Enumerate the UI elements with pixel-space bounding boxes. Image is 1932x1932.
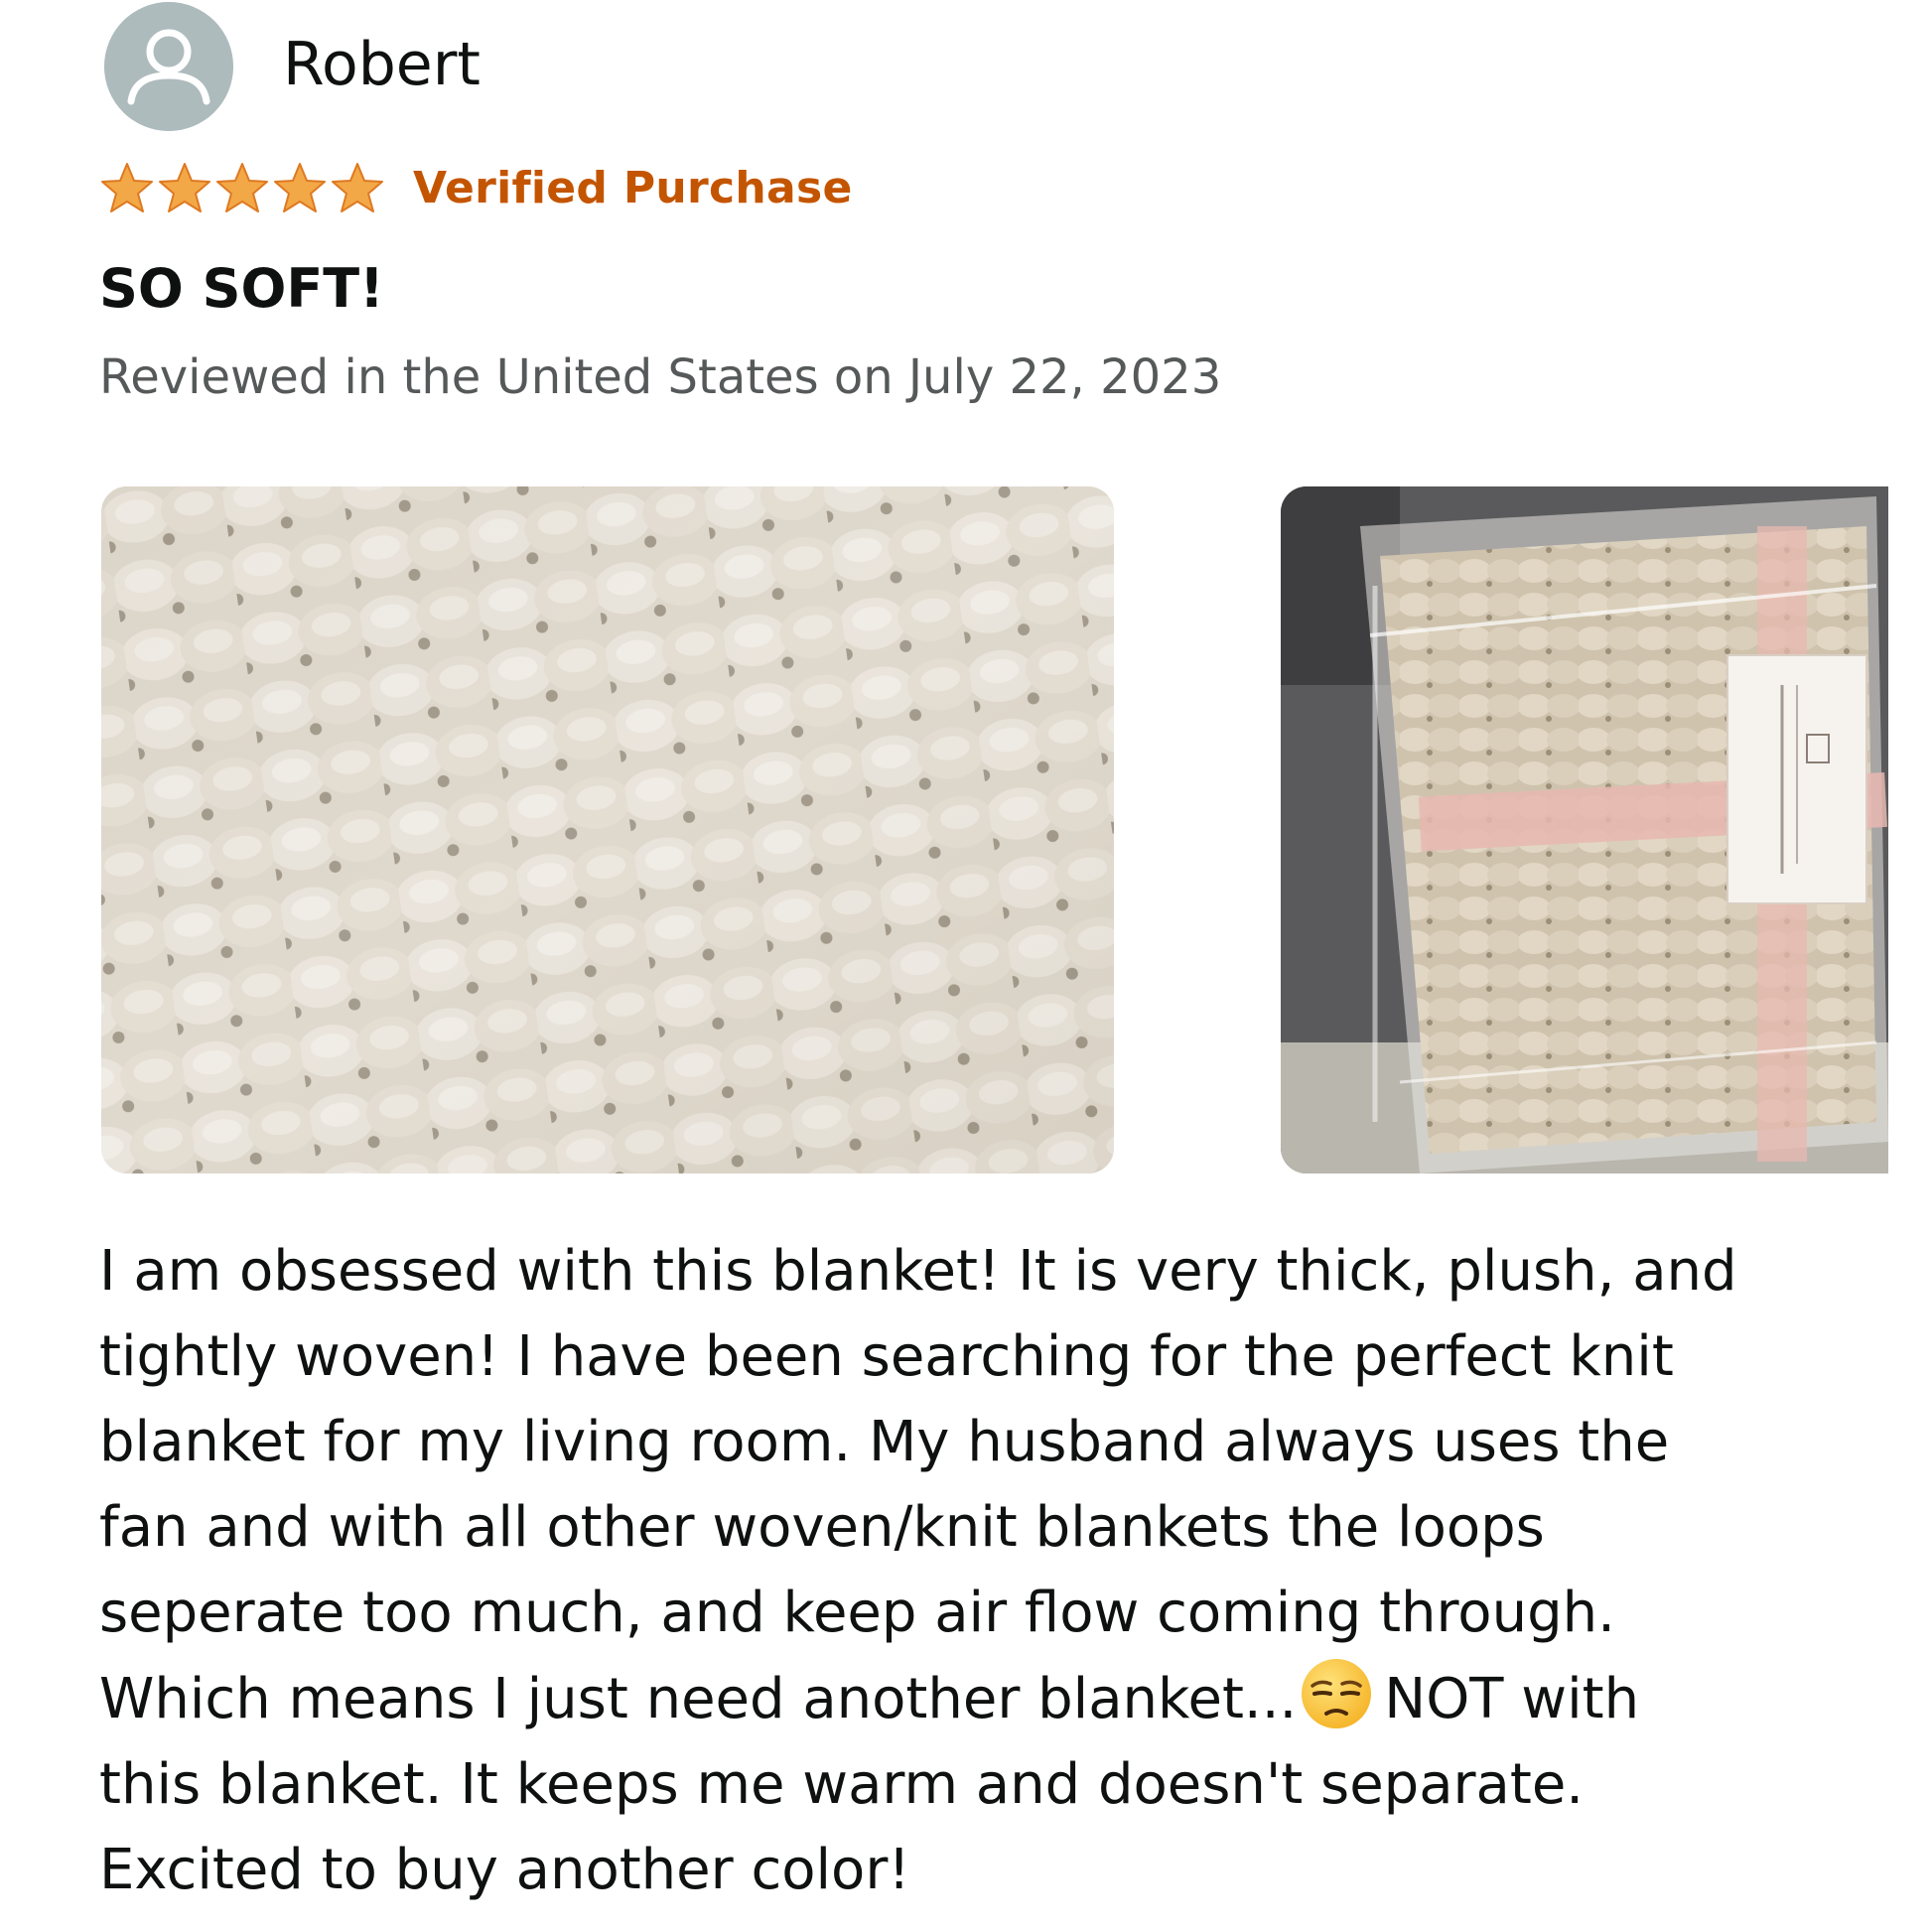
user-silhouette-icon <box>104 2 233 131</box>
review-card: Robert Verified Purchase SO SOFT! Review… <box>0 0 1932 1932</box>
reviewer-name[interactable]: Robert <box>283 30 481 99</box>
review-body-line: I am obsessed with this blanket! It is v… <box>99 1239 1737 1304</box>
review-body-line: this blanket. It keeps me warm and doesn… <box>99 1752 1585 1817</box>
star-icon <box>332 163 383 212</box>
unamused-face-emoji-icon <box>1302 1659 1372 1728</box>
review-body-text: Which means I just need another blanket.… <box>99 1667 1298 1731</box>
review-body-line: Excited to buy another color! <box>99 1838 910 1902</box>
rating-row: Verified Purchase <box>99 159 853 218</box>
review-body-line-with-emoji: Which means I just need another blanket.… <box>99 1656 1886 1742</box>
verified-purchase-badge: Verified Purchase <box>413 163 853 213</box>
reviewer-avatar[interactable] <box>104 2 233 131</box>
star-icon <box>101 163 153 212</box>
star-icon <box>216 163 268 212</box>
star-icon <box>159 163 210 212</box>
review-body-text: NOT with <box>1384 1667 1640 1731</box>
review-body-line: seperate too much, and keep air flow com… <box>99 1581 1615 1645</box>
knit-closeup-image <box>101 486 1114 1173</box>
packaged-blanket-image <box>1281 486 1888 1173</box>
star-icon <box>274 163 326 212</box>
review-photo-knit-closeup[interactable] <box>101 486 1114 1173</box>
review-title: SO SOFT! <box>99 257 384 320</box>
review-body: I am obsessed with this blanket! It is v… <box>99 1229 1886 1913</box>
review-photo-packaged-blanket[interactable] <box>1281 486 1888 1173</box>
review-body-line: tightly woven! I have been searching for… <box>99 1324 1674 1389</box>
review-date-location: Reviewed in the United States on July 22… <box>99 349 1222 405</box>
review-body-line: blanket for my living room. My husband a… <box>99 1410 1670 1474</box>
star-rating <box>99 161 385 216</box>
review-body-line: fan and with all other woven/knit blanke… <box>99 1495 1545 1560</box>
